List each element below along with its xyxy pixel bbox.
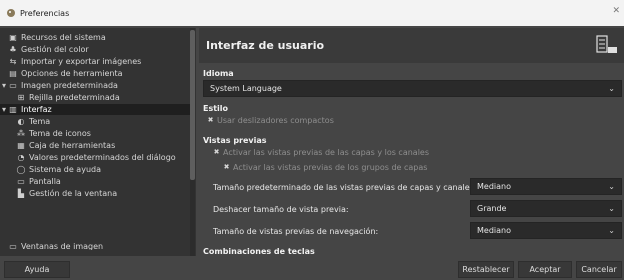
nav-size-select[interactable]: Mediano ⌄ — [470, 222, 622, 239]
language-select[interactable]: System Language ⌄ — [203, 80, 622, 97]
preferences-panel: Interfaz de usuario Idioma System Langua… — [199, 28, 624, 256]
help-system-icon: ◯ — [16, 165, 26, 174]
accept-button[interactable]: Aceptar — [518, 261, 572, 278]
tree-item-caja[interactable]: ▦ Caja de herramientas — [0, 140, 190, 151]
tree-item-label: Rejilla predeterminada — [29, 93, 120, 102]
chip-icon: ▣ — [9, 33, 17, 42]
tree-item-imagen[interactable]: ▾ ▭ Imagen predeterminada — [0, 80, 190, 91]
window-icon: ▙ — [17, 189, 25, 198]
help-button[interactable]: Ayuda — [4, 261, 70, 278]
tree-item-valores[interactable]: ◔ Valores predeterminados del diálogo — [0, 152, 190, 163]
chevron-down-icon: ⌄ — [608, 84, 615, 93]
undo-size-value: Grande — [477, 204, 507, 213]
language-value: System Language — [210, 84, 282, 93]
dialog-footer: Ayuda Restablecer Aceptar Cancelar — [0, 256, 624, 280]
tree-item-opciones[interactable]: ▤ Opciones de herramienta — [0, 68, 190, 79]
collapse-icon[interactable]: ▾ — [0, 105, 8, 114]
tree-item-ventana[interactable]: ▙ Gestión de la ventana — [0, 188, 190, 199]
preview-size-label: Tamaño predeterminado de las vistas prev… — [213, 183, 477, 192]
layer-previews-checkbox[interactable]: ✖ Activar las vistas previas de las capa… — [213, 148, 429, 157]
title-bar: Preferencias ✕ — [0, 0, 624, 26]
shortcuts-heading: Combinaciones de teclas — [203, 247, 315, 256]
tree-item-tema-iconos[interactable]: ⁂ Tema de iconos — [0, 128, 190, 139]
preview-size-value: Mediano — [477, 182, 511, 191]
idioma-heading: Idioma — [203, 69, 234, 78]
tree-item-label: Valores predeterminados del diálogo — [29, 153, 176, 162]
tree-item-interfaz[interactable]: ▾ ▥ Interfaz — [0, 104, 190, 115]
panel-header: Interfaz de usuario — [199, 28, 624, 63]
tree-item-pantalla[interactable]: ▭ Pantalla — [0, 176, 190, 187]
tree-scrollbar[interactable] — [190, 28, 195, 256]
close-icon[interactable]: ✕ — [612, 6, 620, 16]
gimp-app-icon — [6, 8, 16, 18]
tree-item-label: Recursos del sistema — [21, 33, 106, 42]
tree-item-rejilla[interactable]: ⊞ Rejilla predeterminada — [0, 92, 190, 103]
chevron-down-icon: ⌄ — [608, 182, 615, 191]
nav-size-label: Tamaño de vistas previas de navegación: — [213, 227, 379, 236]
chevron-down-icon: ⌄ — [608, 226, 615, 235]
checkbox-mark-icon: ✖ — [223, 163, 230, 171]
preview-size-select[interactable]: Mediano ⌄ — [470, 178, 622, 195]
tree-item-label: Gestión de la ventana — [29, 189, 118, 198]
layer-previews-label: Activar las vistas previas de las capas … — [223, 148, 430, 157]
tree-item-ayuda[interactable]: ◯ Sistema de ayuda — [0, 164, 190, 175]
tool-options-icon: ▤ — [9, 69, 17, 78]
reset-button[interactable]: Restablecer — [458, 261, 514, 278]
tree-item-label: Gestión del color — [21, 45, 89, 54]
vistas-heading: Vistas previas — [203, 136, 267, 145]
undo-size-select[interactable]: Grande ⌄ — [470, 200, 622, 217]
interface-icon: ▥ — [9, 105, 17, 114]
tree-item-label: Tema de iconos — [29, 129, 91, 138]
tree-item-label: Ventanas de imagen — [21, 242, 104, 250]
chevron-down-icon: ⌄ — [608, 204, 615, 213]
nav-size-value: Mediano — [477, 226, 511, 235]
scrollbar-thumb[interactable] — [190, 30, 195, 180]
tree-item-ventanas-imagen[interactable]: ▭ Ventanas de imagen — [0, 242, 190, 250]
undo-size-label: Deshacer tamaño de vista previa: — [213, 205, 349, 214]
cancel-button[interactable]: Cancelar — [576, 261, 622, 278]
tree-item-label: Importar y exportar imágenes — [21, 57, 142, 66]
compact-sliders-label: Usar deslizadores compactos — [217, 116, 334, 125]
group-previews-checkbox[interactable]: ✖ Activar las vistas previas de los grup… — [223, 163, 428, 172]
tree-item-importar[interactable]: ⇆ Importar y exportar imágenes — [0, 56, 190, 67]
compact-sliders-checkbox[interactable]: ✖ Usar deslizadores compactos — [207, 116, 334, 125]
tree-item-label: Tema — [29, 117, 51, 126]
window-title: Preferencias — [20, 8, 70, 18]
image-icon: ▭ — [9, 81, 17, 90]
collapse-icon[interactable]: ▾ — [0, 81, 8, 90]
interface-page-icon — [596, 35, 618, 55]
tree-item-recursos[interactable]: ▣ Recursos del sistema — [0, 32, 190, 43]
display-icon: ▭ — [17, 177, 25, 186]
tree-item-label: Sistema de ayuda — [29, 165, 101, 174]
checkbox-mark-icon: ✖ — [213, 148, 220, 156]
color-icon: ♣ — [9, 45, 17, 54]
category-tree[interactable]: ▣ Recursos del sistema ♣ Gestión del col… — [0, 28, 196, 256]
dialog-defaults-icon: ◔ — [17, 153, 25, 162]
group-previews-label: Activar las vistas previas de los grupos… — [233, 163, 428, 172]
tree-item-label: Caja de herramientas — [29, 141, 116, 150]
tree-item-color[interactable]: ♣ Gestión del color — [0, 44, 190, 55]
tree-item-label: Pantalla — [29, 177, 61, 186]
tree-item-label: Opciones de herramienta — [21, 69, 123, 78]
tree-item-label: Interfaz — [21, 105, 52, 114]
grid-icon: ⊞ — [17, 93, 25, 102]
checkbox-mark-icon: ✖ — [207, 116, 214, 124]
image-windows-icon: ▭ — [9, 242, 17, 250]
import-icon: ⇆ — [9, 57, 17, 66]
toolbox-icon: ▦ — [17, 141, 25, 150]
tree-item-tema[interactable]: ◐ Tema — [0, 116, 190, 127]
theme-icon: ◐ — [17, 117, 25, 126]
page-title: Interfaz de usuario — [206, 39, 325, 52]
icon-theme-icon: ⁂ — [17, 129, 25, 138]
tree-item-label: Imagen predeterminada — [21, 81, 118, 90]
estilo-heading: Estilo — [203, 104, 229, 113]
